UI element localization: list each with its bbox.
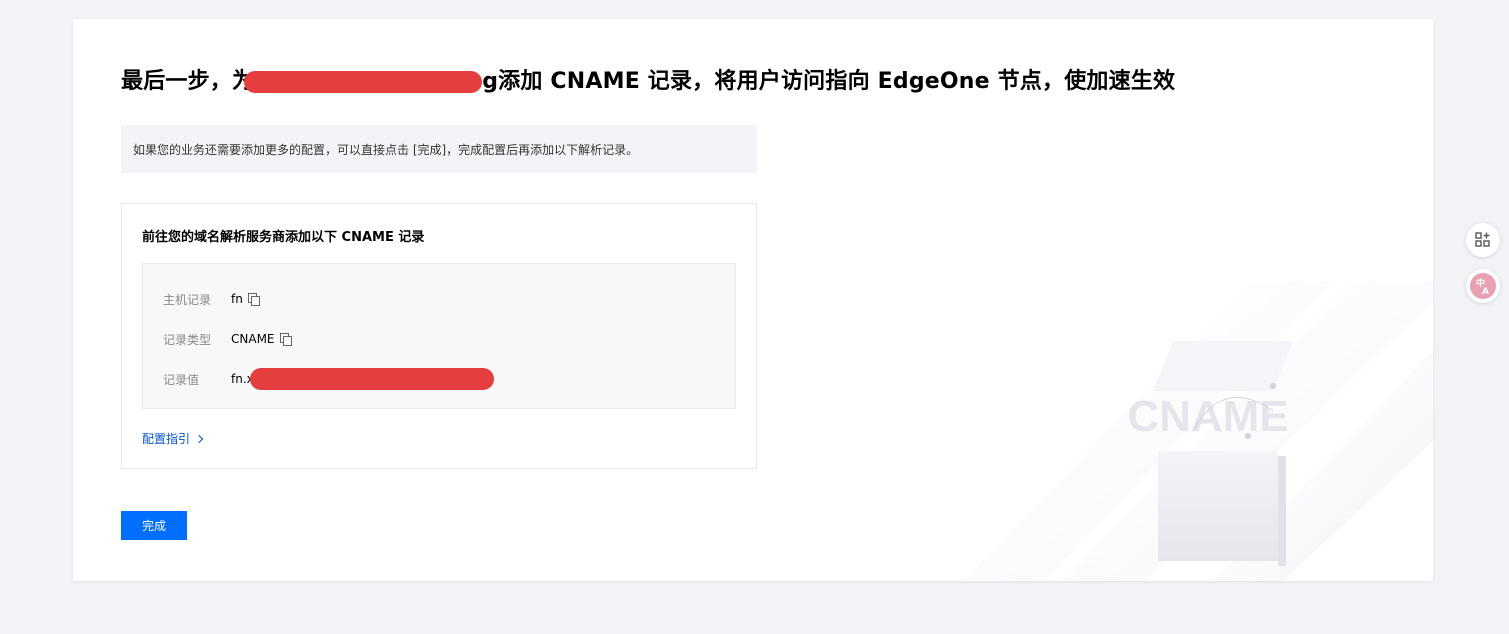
- copy-icon[interactable]: [279, 333, 292, 346]
- chevron-right-icon: [194, 434, 204, 443]
- done-button[interactable]: 完成: [121, 511, 187, 540]
- record-list: 主机记录 fn 记录类型 CNAME 记录值 fn.x: [142, 263, 736, 409]
- page-title: 最后一步，为 g添加 CNAME 记录，将用户访问指向 EdgeOne 节点，使加…: [121, 63, 1175, 95]
- title-mid: g: [482, 69, 499, 94]
- redacted-domain: [244, 71, 483, 93]
- copy-icon[interactable]: [247, 293, 260, 306]
- cname-panel-title: 前往您的域名解析服务商添加以下 CNAME 记录: [142, 230, 425, 245]
- cname-illustration: CNAME: [963, 281, 1433, 581]
- apps-add-icon: [1475, 232, 1490, 247]
- record-value: CNAME: [231, 332, 275, 346]
- title-suffix: 添加 CNAME 记录，将用户访问指向 EdgeOne 节点，使加速生效: [498, 69, 1176, 94]
- record-row-value: 记录值 fn.x: [163, 368, 494, 390]
- redacted-record-value: [249, 368, 494, 390]
- record-value: fn: [231, 292, 243, 306]
- cname-record-panel: 前往您的域名解析服务商添加以下 CNAME 记录 主机记录 fn 记录类型 CN…: [121, 203, 757, 469]
- notice-banner: 如果您的业务还需要添加更多的配置，可以直接点击 [完成]，完成配置后再添加以下解…: [121, 125, 757, 173]
- illustration-text: CNAME: [1127, 392, 1288, 441]
- record-row-host: 主机记录 fn: [163, 289, 260, 309]
- config-guide-link[interactable]: 配置指引: [142, 430, 204, 447]
- config-guide-label: 配置指引: [142, 432, 191, 446]
- record-row-type: 记录类型 CNAME: [163, 329, 292, 349]
- svg-text:A: A: [1482, 287, 1489, 297]
- main-card: 最后一步，为 g添加 CNAME 记录，将用户访问指向 EdgeOne 节点，使加…: [73, 19, 1433, 581]
- translate-button[interactable]: 中 A: [1466, 269, 1500, 303]
- translate-icon: 中 A: [1470, 273, 1496, 299]
- record-label: 记录值: [163, 372, 200, 387]
- record-label: 记录类型: [163, 332, 212, 347]
- notice-text: 如果您的业务还需要添加更多的配置，可以直接点击 [完成]，完成配置后再添加以下解…: [133, 142, 639, 157]
- apps-add-button[interactable]: [1466, 223, 1500, 257]
- record-label: 主机记录: [163, 292, 212, 307]
- title-prefix: 最后一步，为: [121, 69, 255, 94]
